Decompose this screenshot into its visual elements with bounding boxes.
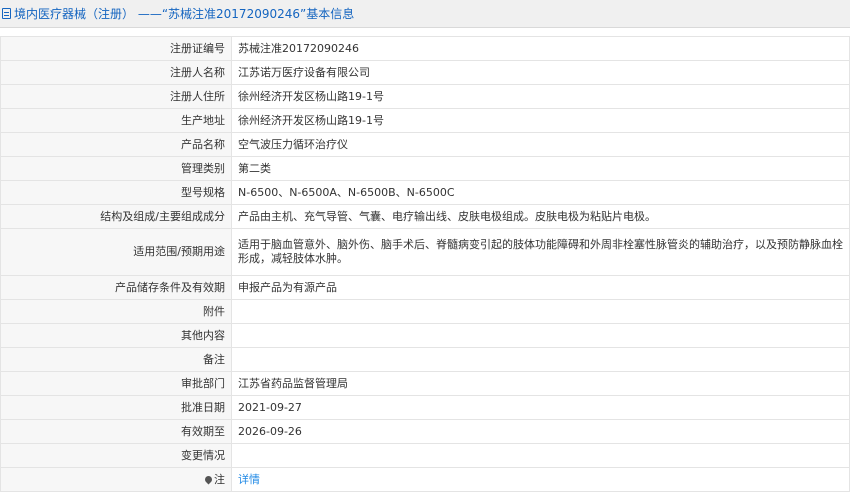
field-value: 江苏诺万医疗设备有限公司	[231, 60, 850, 85]
field-label: 结构及组成/主要组成成分	[0, 204, 232, 229]
table-row-production-address: 生产地址 徐州经济开发区杨山路19-1号	[0, 108, 850, 133]
details-link[interactable]: 详情	[238, 473, 260, 486]
field-value: 江苏省药品监督管理局	[231, 371, 850, 396]
table-row-intended-use: 适用范围/预期用途 适用于脑血管意外、脑外伤、脑手术后、脊髓病变引起的肢体功能障…	[0, 228, 850, 276]
table-row-note: 注 详情	[0, 467, 850, 492]
field-label: 适用范围/预期用途	[0, 228, 232, 276]
page-header: 境内医疗器械（注册） ——“苏械注准20172090246”基本信息	[0, 0, 850, 28]
table-row-other-content: 其他内容	[0, 323, 850, 348]
field-label: 批准日期	[0, 395, 232, 420]
field-value	[231, 323, 850, 348]
table-row-approval-date: 批准日期 2021-09-27	[0, 395, 850, 420]
field-label: 产品名称	[0, 132, 232, 157]
field-label: 型号规格	[0, 180, 232, 205]
field-value	[231, 299, 850, 324]
table-row-remarks: 备注	[0, 347, 850, 372]
info-table: 注册证编号 苏械注准20172090246 注册人名称 江苏诺万医疗设备有限公司…	[0, 36, 850, 492]
field-value: 徐州经济开发区杨山路19-1号	[231, 108, 850, 133]
field-label: 生产地址	[0, 108, 232, 133]
table-row-valid-until: 有效期至 2026-09-26	[0, 419, 850, 444]
field-value: 空气波压力循环治疗仪	[231, 132, 850, 157]
field-label: 备注	[0, 347, 232, 372]
field-label: 注册人名称	[0, 60, 232, 85]
table-row-storage-validity: 产品储存条件及有效期 申报产品为有源产品	[0, 275, 850, 300]
field-label: 注册人住所	[0, 84, 232, 109]
table-row-management-category: 管理类别 第二类	[0, 156, 850, 181]
field-value: 申报产品为有源产品	[231, 275, 850, 300]
table-row-registrant-name: 注册人名称 江苏诺万医疗设备有限公司	[0, 60, 850, 85]
field-value: 第二类	[231, 156, 850, 181]
field-value: 苏械注准20172090246	[231, 36, 850, 61]
note-label: 注	[214, 472, 225, 486]
table-row-structure-composition: 结构及组成/主要组成成分 产品由主机、充气导管、气囊、电疗输出线、皮肤电极组成。…	[0, 204, 850, 229]
field-label: 有效期至	[0, 419, 232, 444]
page-title: 境内医疗器械（注册） ——“苏械注准20172090246”基本信息	[14, 7, 355, 21]
field-value: N-6500、N-6500A、N-6500B、N-6500C	[231, 180, 850, 205]
table-row-attachments: 附件	[0, 299, 850, 324]
table-row-registration-number: 注册证编号 苏械注准20172090246	[0, 36, 850, 61]
document-icon	[2, 8, 11, 19]
field-label: 变更情况	[0, 443, 232, 468]
table-row-model-spec: 型号规格 N-6500、N-6500A、N-6500B、N-6500C	[0, 180, 850, 205]
field-value: 徐州经济开发区杨山路19-1号	[231, 84, 850, 109]
field-label: 产品储存条件及有效期	[0, 275, 232, 300]
field-value: 2026-09-26	[231, 419, 850, 444]
field-label: 注	[0, 467, 232, 492]
field-value	[231, 443, 850, 468]
field-value: 适用于脑血管意外、脑外伤、脑手术后、脊髓病变引起的肢体功能障碍和外周非栓塞性脉管…	[231, 228, 850, 276]
table-row-product-name: 产品名称 空气波压力循环治疗仪	[0, 132, 850, 157]
field-label: 管理类别	[0, 156, 232, 181]
field-label: 其他内容	[0, 323, 232, 348]
field-label: 附件	[0, 299, 232, 324]
pin-icon	[203, 474, 214, 484]
table-row-change-history: 变更情况	[0, 443, 850, 468]
field-label: 审批部门	[0, 371, 232, 396]
field-label: 注册证编号	[0, 36, 232, 61]
field-value: 2021-09-27	[231, 395, 850, 420]
field-value: 产品由主机、充气导管、气囊、电疗输出线、皮肤电极组成。皮肤电极为粘贴片电极。	[231, 204, 850, 229]
table-row-approval-department: 审批部门 江苏省药品监督管理局	[0, 371, 850, 396]
field-value: 详情	[231, 467, 850, 492]
table-row-registrant-address: 注册人住所 徐州经济开发区杨山路19-1号	[0, 84, 850, 109]
field-value	[231, 347, 850, 372]
